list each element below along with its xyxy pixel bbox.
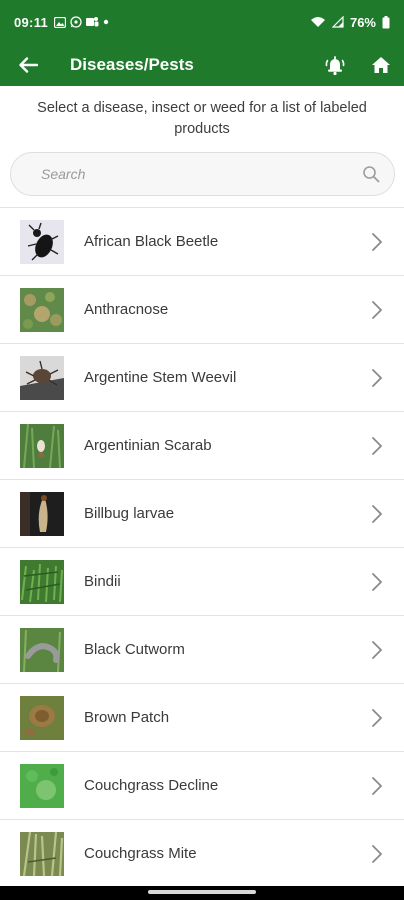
item-label: Argentinian Scarab xyxy=(84,437,212,454)
anthracnose-thumbnail xyxy=(20,287,64,332)
beetle-thumbnail xyxy=(20,219,64,264)
search-bar[interactable] xyxy=(10,152,395,196)
gallery-icon xyxy=(54,16,67,28)
system-nav-bar xyxy=(0,886,404,900)
app-bar: Diseases/Pests xyxy=(0,44,404,86)
item-label: Billbug larvae xyxy=(84,505,175,522)
list-item[interactable]: African Black Beetle xyxy=(0,208,404,276)
chevron-right-icon xyxy=(372,640,383,659)
disease-pest-list: African Black Beetle Anthracnose Argenti… xyxy=(0,207,404,888)
chevron-right-icon xyxy=(372,572,383,591)
cutworm-thumbnail xyxy=(20,627,64,672)
app-bar-actions xyxy=(312,44,404,86)
list-item[interactable]: Argentine Stem Weevil xyxy=(0,344,404,412)
chevron-right-icon xyxy=(372,232,383,251)
chevron-right-icon xyxy=(372,776,383,795)
back-button[interactable] xyxy=(0,44,56,86)
chevron-right-icon xyxy=(372,436,383,455)
whatsapp-icon xyxy=(70,16,82,28)
search-icon[interactable] xyxy=(362,165,380,183)
item-label: Black Cutworm xyxy=(84,641,185,658)
item-label: Brown Patch xyxy=(84,709,170,726)
item-label: Anthracnose xyxy=(84,301,169,318)
status-right: 76% xyxy=(310,15,390,30)
back-arrow-icon xyxy=(19,57,38,73)
wifi-icon xyxy=(310,17,325,27)
chevron-right-icon xyxy=(372,300,383,319)
alerts-button[interactable] xyxy=(312,44,358,86)
list-item[interactable]: Billbug larvae xyxy=(0,480,404,548)
battery-percentage: 76% xyxy=(349,14,376,30)
item-label: Couchgrass Decline xyxy=(84,777,219,794)
alarm-bell-icon xyxy=(325,56,345,76)
scarab-thumbnail xyxy=(20,423,64,468)
list-item[interactable]: Anthracnose xyxy=(0,276,404,344)
list-item[interactable]: Brown Patch xyxy=(0,684,404,752)
couchgrass-mite-thumbnail xyxy=(20,831,64,876)
bindii-thumbnail xyxy=(20,559,64,604)
home-icon xyxy=(372,57,390,73)
status-bar: 09:11 76% xyxy=(0,0,404,44)
status-time: 09:11 xyxy=(14,14,49,30)
list-item[interactable]: Bindii xyxy=(0,548,404,616)
chevron-right-icon xyxy=(372,504,383,523)
brown-patch-thumbnail xyxy=(20,695,64,740)
search-input[interactable] xyxy=(41,166,362,182)
signal-icon xyxy=(331,16,344,28)
billbug-thumbnail xyxy=(20,491,64,536)
list-item[interactable]: Couchgrass Mite xyxy=(0,820,404,888)
dot-icon xyxy=(103,19,109,25)
item-label: Bindii xyxy=(84,573,121,590)
couchgrass-decline-thumbnail xyxy=(20,763,64,808)
chevron-right-icon xyxy=(372,708,383,727)
item-label: African Black Beetle xyxy=(84,233,219,250)
home-button[interactable] xyxy=(358,44,404,86)
list-item[interactable]: Couchgrass Decline xyxy=(0,752,404,820)
weevil-thumbnail xyxy=(20,355,64,400)
instruction-text: Select a disease, insect or weed for a l… xyxy=(37,100,367,137)
battery-icon xyxy=(382,15,390,28)
list-item[interactable]: Black Cutworm xyxy=(0,616,404,684)
chevron-right-icon xyxy=(372,844,383,863)
page-title: Diseases/Pests xyxy=(70,55,194,74)
list-item[interactable]: Argentinian Scarab xyxy=(0,412,404,480)
item-label: Argentine Stem Weevil xyxy=(84,369,237,386)
home-gesture-pill[interactable] xyxy=(148,890,256,894)
chevron-right-icon xyxy=(372,368,383,387)
item-label: Couchgrass Mite xyxy=(84,845,197,862)
notification-icons xyxy=(54,16,109,28)
teams-icon xyxy=(86,17,99,27)
